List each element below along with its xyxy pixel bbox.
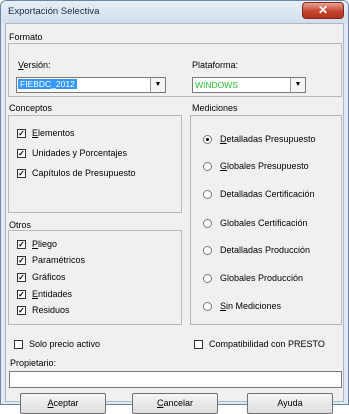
- checkbox-entidades[interactable]: ✓ Entidades: [17, 287, 72, 301]
- propietario-input[interactable]: [9, 371, 342, 388]
- radio-sin-mediciones[interactable]: Sin Mediciones: [203, 299, 281, 313]
- checkbox-label: Compatibilidad con PRESTO: [209, 339, 325, 349]
- radio-icon: [203, 161, 212, 171]
- conceptos-label: Conceptos: [9, 103, 53, 113]
- window-title: Exportación Selectiva: [8, 6, 100, 17]
- checkbox-label: Unidades y Porcentajes: [32, 148, 128, 158]
- checkbox-solo-precio[interactable]: Solo precio activo: [14, 337, 100, 351]
- version-value: FIEBDC_2012: [18, 79, 77, 89]
- radio-selected-icon: [203, 134, 212, 144]
- ayuda-button[interactable]: Ayuda: [247, 393, 333, 414]
- otros-label: Otros: [9, 220, 32, 230]
- chevron-down-icon[interactable]: ▼: [150, 78, 165, 92]
- check-icon: ✓: [17, 128, 26, 138]
- close-icon: ✕: [317, 3, 329, 17]
- radio-label: Globales Certificación: [220, 218, 308, 228]
- check-icon: ✓: [17, 272, 26, 282]
- checkbox-empty-icon: [14, 339, 23, 349]
- radio-detalladas-produccion[interactable]: Detalladas Producción: [203, 243, 310, 257]
- propietario-label: Propietario:: [10, 358, 57, 368]
- otros-group: ✓ Pliego ✓ Paramétricos ✓ Gráficos ✓ Ent…: [8, 230, 182, 325]
- check-icon: ✓: [17, 148, 26, 158]
- checkbox-residuos[interactable]: ✓ Residuos: [17, 303, 70, 317]
- checkbox-label: Pliego: [32, 239, 58, 249]
- check-icon: ✓: [17, 255, 26, 265]
- radio-label: Detalladas Presupuesto: [220, 134, 316, 144]
- dialog-body: Formato Versión: FIEBDC_2012 ▼ Plataform…: [5, 23, 344, 414]
- plataforma-value: WINDOWS: [195, 80, 238, 90]
- export-dialog: Exportación Selectiva ✕ Formato Versión:…: [0, 0, 349, 414]
- radio-icon: [203, 218, 212, 228]
- radio-icon: [203, 189, 212, 199]
- checkbox-elementos[interactable]: ✓ Elementos: [17, 126, 75, 140]
- checkbox-graficos[interactable]: ✓ Gráficos: [17, 270, 66, 284]
- plataforma-select[interactable]: WINDOWS ▼: [192, 77, 306, 93]
- mediciones-label: Mediciones: [192, 103, 238, 113]
- checkbox-label: Residuos: [32, 305, 70, 315]
- radio-icon: [203, 273, 212, 283]
- checkbox-label: Gráficos: [32, 272, 66, 282]
- plataforma-label: Plataforma:: [192, 60, 239, 70]
- checkbox-label: Solo precio activo: [29, 339, 101, 349]
- conceptos-group: ✓ Elementos ✓ Unidades y Porcentajes ✓ C…: [8, 115, 182, 213]
- check-icon: ✓: [17, 239, 26, 249]
- checkbox-label: Paramétricos: [32, 255, 86, 265]
- chevron-down-icon[interactable]: ▼: [290, 78, 305, 92]
- checkbox-label: Capítulos de Presupuesto: [32, 168, 136, 178]
- radio-label: Sin Mediciones: [220, 301, 282, 311]
- checkbox-parametricos[interactable]: ✓ Paramétricos: [17, 253, 85, 267]
- checkbox-label: Entidades: [32, 289, 73, 299]
- radio-globales-produccion[interactable]: Globales Producción: [203, 271, 303, 285]
- check-icon: ✓: [17, 168, 26, 178]
- radio-detalladas-presupuesto[interactable]: Detalladas Presupuesto: [203, 132, 316, 146]
- cancelar-button[interactable]: Cancelar: [132, 393, 218, 414]
- radio-globales-presupuesto[interactable]: Globales Presupuesto: [203, 159, 309, 173]
- checkbox-unidades[interactable]: ✓ Unidades y Porcentajes: [17, 146, 127, 160]
- version-select[interactable]: FIEBDC_2012 ▼: [16, 77, 166, 93]
- radio-label: Globales Producción: [220, 273, 304, 283]
- close-button[interactable]: ✕: [302, 2, 344, 19]
- radio-label: Detalladas Certificación: [220, 189, 315, 199]
- radio-detalladas-certificacion[interactable]: Detalladas Certificación: [203, 187, 315, 201]
- checkbox-empty-icon: [194, 339, 203, 349]
- check-icon: ✓: [17, 289, 26, 299]
- title-bar: Exportación Selectiva ✕: [1, 1, 348, 23]
- radio-globales-certificacion[interactable]: Globales Certificación: [203, 216, 308, 230]
- mediciones-group: Detalladas Presupuesto Globales Presupue…: [190, 115, 342, 325]
- radio-icon: [203, 245, 212, 255]
- check-icon: ✓: [17, 305, 26, 315]
- checkbox-pliego[interactable]: ✓ Pliego: [17, 237, 57, 251]
- formato-label: Formato: [9, 32, 43, 42]
- radio-label: Detalladas Producción: [220, 245, 311, 255]
- checkbox-label: Elementos: [32, 128, 75, 138]
- radio-icon: [203, 301, 212, 311]
- checkbox-capitulos[interactable]: ✓ Capítulos de Presupuesto: [17, 166, 136, 180]
- checkbox-compatibilidad[interactable]: Compatibilidad con PRESTO: [194, 337, 325, 351]
- radio-label: Globales Presupuesto: [220, 161, 309, 171]
- version-label: Versión:: [18, 60, 51, 70]
- aceptar-button[interactable]: Aceptar: [20, 393, 106, 414]
